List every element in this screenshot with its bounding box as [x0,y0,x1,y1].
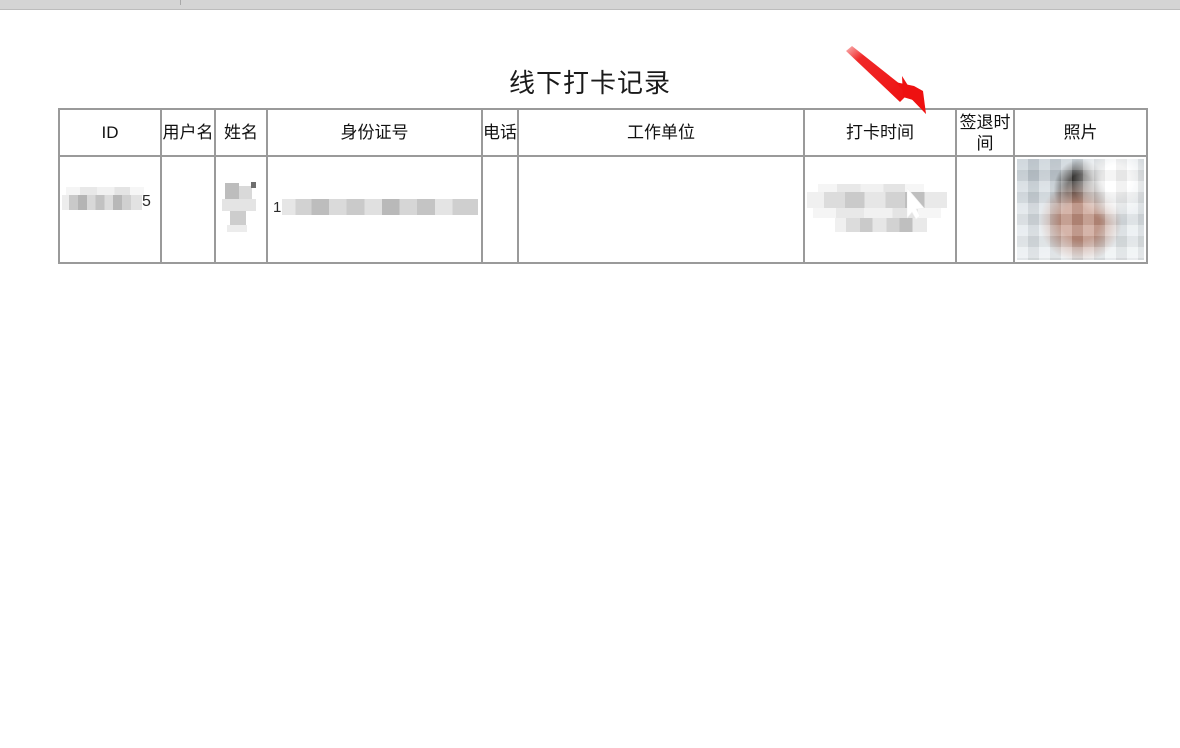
column-header-checkin-time[interactable]: 打卡时间 [803,108,957,157]
redaction-block [835,218,927,232]
column-header-work-unit[interactable]: 工作单位 [517,108,805,157]
cell-id-visible-digits: 5 [142,193,151,210]
table-body: 5 1 [58,155,1148,264]
page-title: 线下打卡记录 [508,68,671,98]
redaction-block [227,225,247,232]
column-header-username[interactable]: 用户名 [160,108,216,157]
top-strip-tick [180,0,181,5]
cell-phone [481,155,519,264]
redaction-block [222,199,256,211]
table-header: ID 用户名 姓名 身份证号 电话 工作单位 打卡时间 签退时间 照片 [58,108,1148,157]
cell-checkin-time [803,155,957,264]
column-header-name[interactable]: 姓名 [214,108,268,157]
column-header-checkout-time-label: 签退时间 [959,112,1011,153]
redaction-block [225,183,239,199]
redaction-block [230,211,246,225]
column-header-phone[interactable]: 电话 [481,108,519,157]
table-header-row: ID 用户名 姓名 身份证号 电话 工作单位 打卡时间 签退时间 照片 [58,108,1148,157]
column-header-name-label: 姓名 [224,123,258,142]
column-header-phone-label: 电话 [483,123,517,142]
checkin-records-table: ID 用户名 姓名 身份证号 电话 工作单位 打卡时间 签退时间 照片 5 1 [58,108,1148,264]
redaction-block [239,186,252,199]
column-header-id[interactable]: ID [58,108,162,157]
column-header-photo-label: 照片 [1063,123,1098,142]
column-header-checkin-time-label: 打卡时间 [846,123,914,142]
column-header-work-unit-label: 工作单位 [627,123,695,142]
redaction-block [66,187,144,196]
cell-id: 5 [58,155,162,264]
cell-name [214,155,268,264]
cell-username [160,155,216,264]
redaction-block [818,184,924,192]
redaction-block [807,192,947,208]
redaction-block [251,182,256,188]
redaction-block [813,208,941,218]
person-photo-icon [1017,159,1144,260]
column-header-checkout-time[interactable]: 签退时间 [955,108,1015,157]
column-header-id-label: ID [101,123,119,142]
cell-id-number: 1 [266,155,483,264]
column-header-id-number-label: 身份证号 [340,123,409,142]
cell-photo[interactable] [1013,155,1148,264]
table-row[interactable]: 5 1 [58,155,1148,264]
redaction-block [282,199,478,215]
photo-pixelation-overlay [1017,159,1144,260]
column-header-photo[interactable]: 照片 [1013,108,1148,157]
column-header-id-number[interactable]: 身份证号 [266,108,483,157]
cell-id-number-visible-digits: 1 [273,199,282,216]
cell-checkout-time [955,155,1015,264]
window-top-strip [0,0,1180,10]
cell-work-unit [517,155,805,264]
redaction-block [62,195,142,210]
column-header-username-label: 用户名 [162,123,214,142]
